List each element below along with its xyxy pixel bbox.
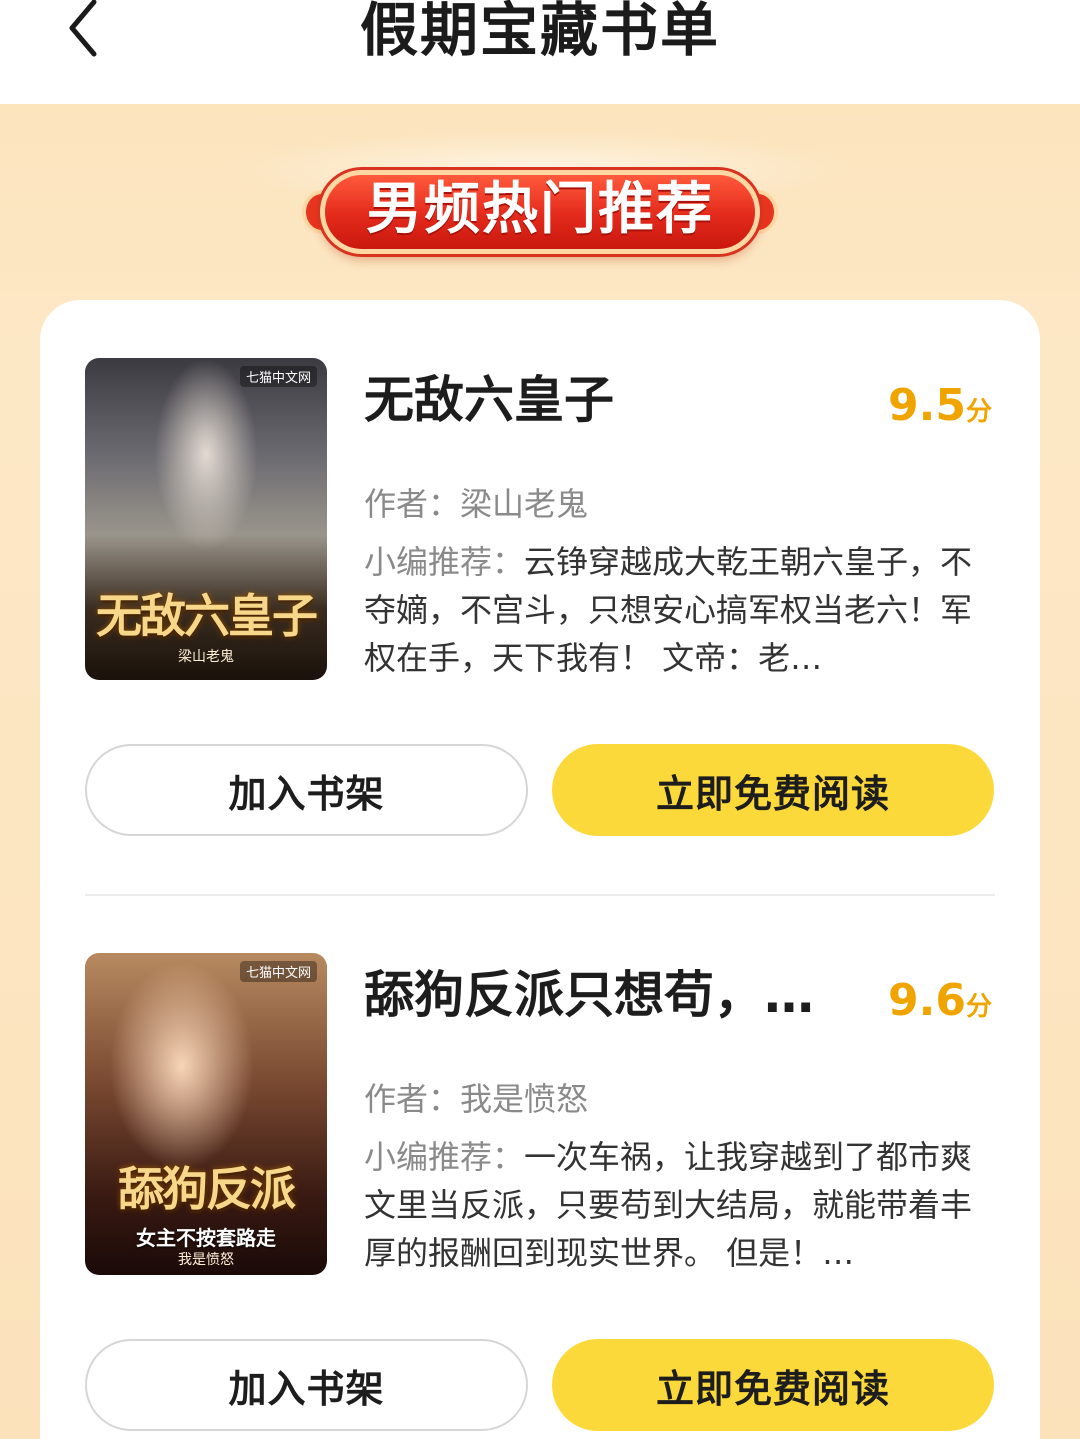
author-label: 作者：: [364, 485, 461, 523]
book-description: 小编推荐：云铮穿越成大乾王朝六皇子，不夺嫡，不宫斗，只想安心搞军权当老六！军权在…: [364, 538, 994, 682]
book-score: 9.5分: [888, 376, 992, 445]
divider: [85, 894, 995, 896]
section-banner: 男频热门推荐: [302, 164, 778, 260]
book-score: 9.6分: [888, 971, 992, 1040]
cover-brand-label: 七猫中文网: [239, 961, 317, 982]
score-value: 9.6: [888, 975, 966, 1026]
author-name: 梁山老鬼: [460, 485, 589, 523]
book-list-card: 七猫中文网 无敌六皇子 梁山老鬼 无敌六皇子 9.5分 作者：梁山老鬼 小编推荐…: [40, 300, 1040, 1439]
read-free-button[interactable]: 立即免费阅读: [552, 744, 994, 836]
read-free-button[interactable]: 立即免费阅读: [552, 1339, 994, 1431]
score-unit: 分: [965, 397, 992, 427]
description-label: 小编推荐：: [364, 1138, 525, 1176]
description-label: 小编推荐：: [364, 543, 525, 581]
book-title[interactable]: 舔狗反派只想苟，…: [364, 965, 814, 1025]
author-name: 我是愤怒: [460, 1080, 589, 1118]
cover-tagline: 女主不按套路走: [136, 1226, 276, 1250]
book-author: 作者：梁山老鬼: [364, 482, 588, 526]
book-author: 作者：我是愤怒: [364, 1077, 588, 1121]
cover-title: 舔狗反派: [118, 1162, 296, 1216]
cover-brand-label: 七猫中文网: [239, 366, 317, 387]
cover-author: 梁山老鬼: [178, 649, 234, 665]
score-unit: 分: [965, 992, 992, 1022]
page-title: 假期宝藏书单: [359, 0, 720, 64]
author-label: 作者：: [364, 1080, 461, 1118]
add-to-shelf-button[interactable]: 加入书架: [85, 1339, 528, 1431]
score-value: 9.5: [888, 380, 966, 431]
book-description: 小编推荐：一次车祸，让我穿越到了都市爽文里当反派，只要苟到大结局，就能带着丰厚的…: [364, 1133, 994, 1277]
cover-author: 我是愤怒: [178, 1252, 234, 1268]
cover-title: 无敌六皇子: [96, 589, 318, 643]
top-navigation-bar: 假期宝藏书单: [0, 0, 1080, 104]
book-cover[interactable]: 七猫中文网 舔狗反派 女主不按套路走 我是愤怒: [85, 953, 327, 1275]
section-title: 男频热门推荐: [366, 177, 714, 242]
book-title[interactable]: 无敌六皇子: [364, 370, 614, 430]
book-cover[interactable]: 七猫中文网 无敌六皇子 梁山老鬼: [85, 358, 327, 680]
add-to-shelf-button[interactable]: 加入书架: [85, 744, 528, 836]
